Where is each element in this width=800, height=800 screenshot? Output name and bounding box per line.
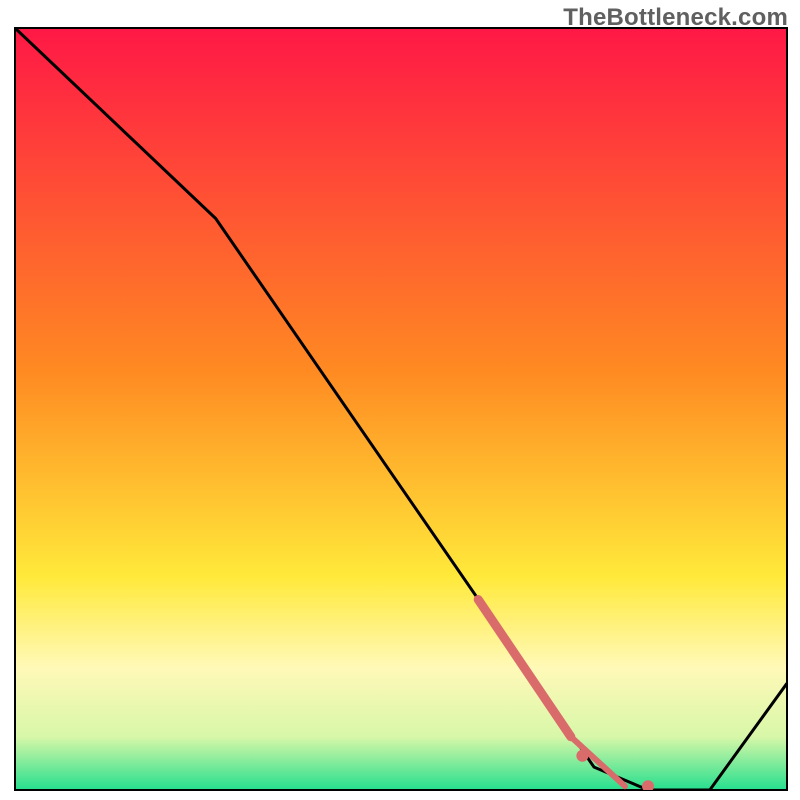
highlight-segment-thick <box>478 600 571 737</box>
main-curve <box>15 28 787 790</box>
highlight-dots <box>576 750 654 790</box>
highlight-dot <box>576 750 588 762</box>
watermark-text: TheBottleneck.com <box>563 4 788 32</box>
chart-line-layer <box>15 28 787 790</box>
highlight-dot <box>642 780 654 790</box>
highlight-segment-thin <box>571 737 625 787</box>
